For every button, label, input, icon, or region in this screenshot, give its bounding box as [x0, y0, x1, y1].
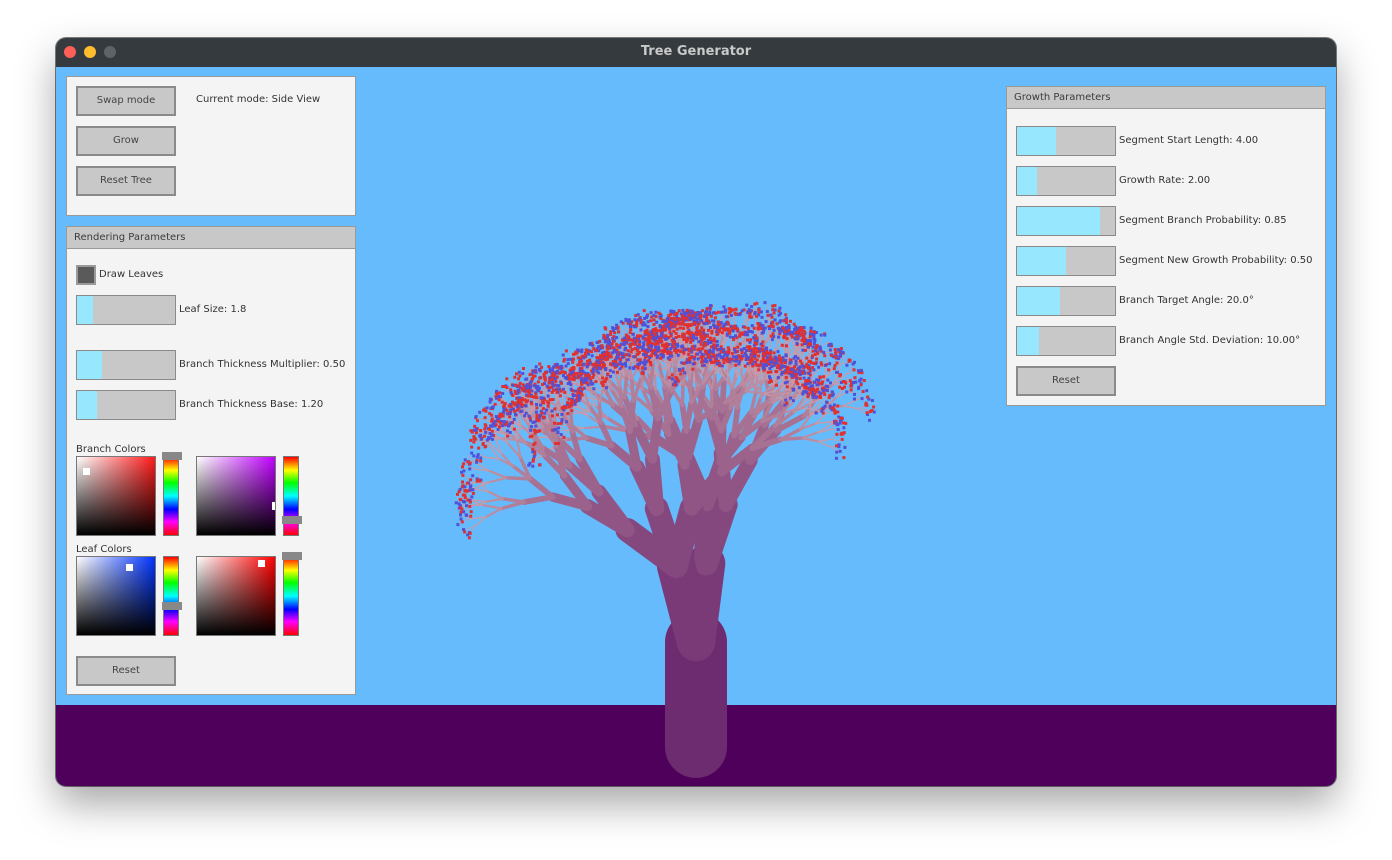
segment-branch-probability-slider[interactable]: [1016, 206, 1116, 236]
hue-handle[interactable]: [282, 516, 302, 524]
slider-fill: [1017, 327, 1039, 355]
picker-cursor: [258, 560, 265, 567]
branch-angle-std-deviation-label: Branch Angle Std. Deviation: 10.00°: [1119, 335, 1301, 346]
branch-thickness-multiplier-label: Branch Thickness Multiplier: 0.50: [179, 359, 346, 370]
controls-panel: Swap mode Current mode: Side View Grow R…: [66, 76, 356, 216]
branch-thickness-base-label: Branch Thickness Base: 1.20: [179, 399, 324, 410]
branch-thickness-base-slider[interactable]: [76, 390, 176, 420]
segment-start-length-slider[interactable]: [1016, 126, 1116, 156]
draw-leaves-label: Draw Leaves: [99, 269, 164, 280]
slider-fill: [77, 296, 93, 324]
branch-target-angle-slider[interactable]: [1016, 286, 1116, 316]
growth-parameters-panel: Growth Parameters Segment Start Length: …: [1006, 86, 1326, 406]
branch-thickness-multiplier-slider[interactable]: [76, 350, 176, 380]
branch-color-start-picker[interactable]: [76, 456, 156, 536]
picker-cursor: [83, 468, 90, 475]
close-window-button[interactable]: [64, 46, 76, 58]
branch-color-end-hue-slider[interactable]: [282, 456, 302, 536]
picker-cursor: [272, 502, 275, 510]
reset-tree-button[interactable]: Reset Tree: [76, 166, 176, 196]
title-bar: Tree Generator: [56, 38, 1336, 67]
growth-rate-slider[interactable]: [1016, 166, 1116, 196]
growth-rate-label: Growth Rate: 2.00: [1119, 175, 1211, 186]
minimize-window-button[interactable]: [84, 46, 96, 58]
hue-handle[interactable]: [162, 602, 182, 610]
leaf-color-end-picker[interactable]: [196, 556, 276, 636]
window-title: Tree Generator: [640, 44, 752, 59]
slider-fill: [1017, 167, 1037, 195]
rendering-reset-button[interactable]: Reset: [76, 656, 176, 686]
segment-new-growth-probability-label: Segment New Growth Probability: 0.50: [1119, 255, 1313, 266]
rendering-parameters-panel: Rendering Parameters Draw Leaves Leaf Si…: [66, 226, 356, 695]
zoom-window-button[interactable]: [104, 46, 116, 58]
leaf-color-end-hue-slider[interactable]: [282, 552, 302, 636]
slider-fill: [1017, 127, 1057, 155]
growth-reset-button[interactable]: Reset: [1016, 366, 1116, 396]
grow-button[interactable]: Grow: [76, 126, 176, 156]
segment-new-growth-probability-slider[interactable]: [1016, 246, 1116, 276]
slider-fill: [77, 351, 102, 379]
picker-cursor: [126, 564, 133, 571]
swap-mode-button[interactable]: Swap mode: [76, 86, 176, 116]
branch-color-end-picker[interactable]: [196, 456, 276, 536]
tree-canvas[interactable]: Swap mode Current mode: Side View Grow R…: [56, 67, 1336, 786]
branch-target-angle-label: Branch Target Angle: 20.0°: [1119, 295, 1254, 306]
rendering-parameters-title: Rendering Parameters: [67, 227, 355, 249]
branch-color-start-hue-slider[interactable]: [162, 452, 182, 536]
slider-fill: [1017, 207, 1101, 235]
slider-fill: [77, 391, 97, 419]
slider-fill: [1017, 287, 1061, 315]
branch-colors-label: Branch Colors: [76, 444, 146, 455]
slider-fill: [1017, 247, 1066, 275]
growth-parameters-title: Growth Parameters: [1007, 87, 1325, 109]
segment-branch-probability-label: Segment Branch Probability: 0.85: [1119, 215, 1287, 226]
leaf-size-label: Leaf Size: 1.8: [179, 304, 247, 315]
hue-handle[interactable]: [162, 452, 182, 460]
leaf-color-start-hue-slider[interactable]: [162, 556, 182, 636]
segment-start-length-label: Segment Start Length: 4.00: [1119, 135, 1259, 146]
draw-leaves-checkbox[interactable]: [76, 265, 96, 285]
leaf-size-slider[interactable]: [76, 295, 176, 325]
leaf-colors-label: Leaf Colors: [76, 544, 132, 555]
hue-handle[interactable]: [282, 552, 302, 560]
current-mode-label: Current mode: Side View: [196, 94, 321, 105]
tree-branches: [455, 304, 870, 778]
branch-angle-std-deviation-slider[interactable]: [1016, 326, 1116, 356]
app-window: Tree Generator Swap mode Current mode: S…: [56, 38, 1336, 786]
leaf-color-start-picker[interactable]: [76, 556, 156, 636]
